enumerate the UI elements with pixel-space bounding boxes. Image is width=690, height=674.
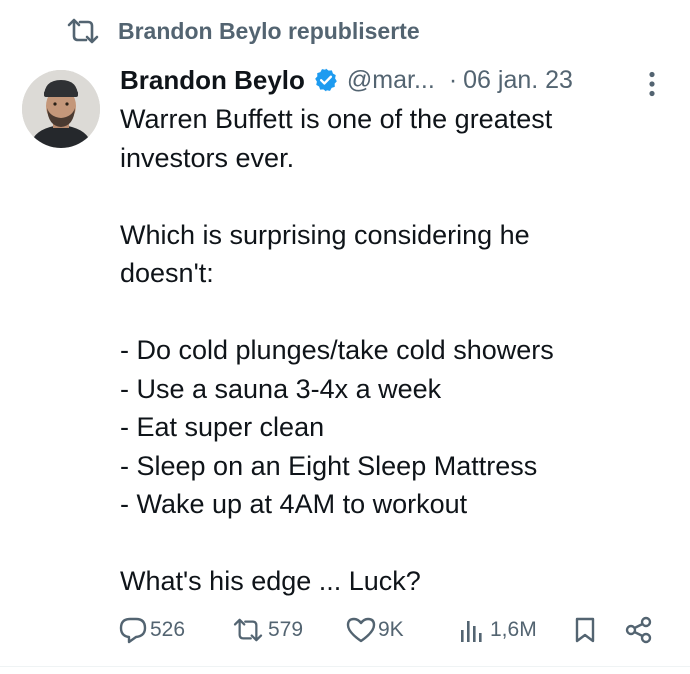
tweet-line: - Use a sauna 3-4x a week — [120, 373, 442, 404]
views-icon — [458, 617, 488, 643]
author-handle[interactable]: @mar... — [347, 66, 435, 95]
like-count: 9K — [378, 618, 404, 641]
tweet-line: - Wake up at 4AM to workout — [120, 489, 468, 519]
tweet-line: What's his edge ... Luck? — [120, 566, 421, 596]
repost-icon — [230, 617, 266, 643]
tweet-line: investors ever. — [120, 142, 295, 173]
like-button[interactable]: 9K — [346, 610, 404, 650]
repost-count: 579 — [268, 618, 304, 641]
views-button[interactable]: 1,6M — [458, 610, 537, 650]
tweet-date[interactable]: 06 jan. 23 — [463, 66, 573, 95]
reply-button[interactable]: 526 — [118, 610, 185, 650]
divider — [0, 666, 690, 667]
tweet-line: - Sleep on an Eight Sleep Mattress — [120, 450, 538, 481]
bookmark-button[interactable] — [572, 610, 598, 650]
share-icon — [624, 616, 654, 644]
tweet-actions: 526 579 9K 1,6M — [118, 610, 664, 650]
separator-dot: · — [448, 65, 458, 94]
tweet-line: - Do cold plunges/take cold showers — [120, 335, 554, 365]
more-options-icon[interactable] — [638, 68, 666, 100]
tweet-line: - Eat super clean — [120, 412, 325, 442]
share-button[interactable] — [624, 610, 654, 650]
tweet-line: Warren Buffett is one of the greatest — [120, 104, 553, 134]
verified-badge-icon[interactable] — [313, 67, 339, 93]
tweet-line: doesn't: — [120, 258, 214, 288]
reply-count: 526 — [150, 618, 186, 641]
heart-icon — [346, 617, 376, 643]
tweet-card[interactable]: Brandon Beylo republiserte Brandon Beylo… — [0, 0, 690, 674]
tweet-header: Brandon Beylo @mar... · 06 jan. 23 — [120, 62, 660, 98]
tweet-content: Brandon Beylo @mar... · 06 jan. 23 Warre… — [120, 62, 660, 601]
repost-icon — [66, 16, 100, 46]
views-count: 1,6M — [490, 618, 537, 641]
repost-context[interactable]: Brandon Beylo republiserte — [66, 14, 420, 48]
repost-button[interactable]: 579 — [230, 610, 303, 650]
tweet-line: Which is surprising considering he — [120, 219, 530, 250]
repost-label: Brandon Beylo republiserte — [118, 17, 420, 44]
reply-icon — [118, 616, 148, 644]
avatar[interactable] — [22, 70, 100, 148]
tweet-text: Warren Buffett is one of the greatest in… — [120, 100, 660, 601]
display-name[interactable]: Brandon Beylo — [120, 65, 305, 96]
bookmark-icon — [572, 616, 598, 644]
